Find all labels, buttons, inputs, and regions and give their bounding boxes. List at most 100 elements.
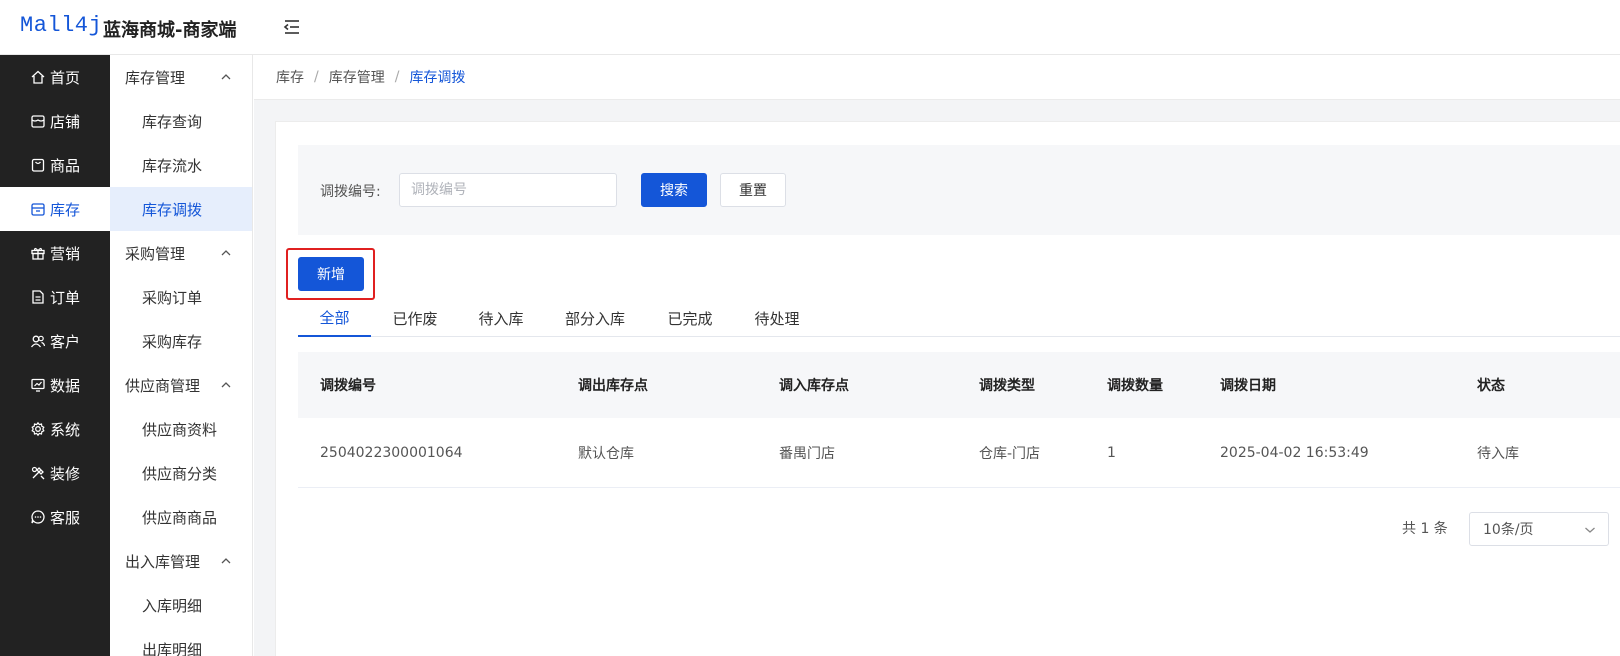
breadcrumb: 库存 / 库存管理 / 库存调拨 — [254, 55, 1620, 100]
sidebar-item-label: 店铺 — [50, 112, 81, 131]
app-root: Mall4j 蓝海商城-商家端 首页 店铺 商品 库存 营销 订单 客户 数据 … — [0, 0, 1620, 656]
submenu-group-label: 出入库管理 — [125, 552, 201, 571]
submenu-item-supplier-category[interactable]: 供应商分类 — [110, 451, 252, 495]
table-cell: 默认仓库 — [578, 445, 634, 462]
submenu-group-label: 供应商管理 — [125, 376, 201, 395]
column-header: 调拨日期 — [1220, 378, 1276, 394]
gear-icon — [31, 421, 45, 437]
sidebar-item-home[interactable]: 首页 — [0, 55, 110, 99]
chevron-up-icon — [221, 558, 231, 564]
sidebar-item-decorate[interactable]: 装修 — [0, 451, 110, 495]
chevron-up-icon — [221, 250, 231, 256]
chart-icon — [31, 378, 45, 392]
menu-collapse-icon[interactable] — [282, 17, 302, 37]
table-cell: 1 — [1107, 444, 1116, 461]
sidebar-item-label: 首页 — [50, 68, 81, 87]
sidebar-item-system[interactable]: 系统 — [0, 407, 110, 451]
column-header: 状态 — [1477, 378, 1505, 394]
column-header: 调拨类型 — [979, 378, 1035, 394]
logo: Mall4j — [20, 13, 103, 38]
decorate-icon — [31, 466, 45, 480]
inventory-icon — [31, 203, 45, 216]
submenu-group-label: 库存管理 — [125, 68, 186, 87]
sidebar-item-service[interactable]: 客服 — [0, 495, 110, 539]
breadcrumb-separator: / — [314, 69, 319, 85]
table-cell: 2025-04-02 16:53:49 — [1220, 444, 1369, 461]
sidebar-item-data[interactable]: 数据 — [0, 363, 110, 407]
sidebar-item-customer[interactable]: 客户 — [0, 319, 110, 363]
chat-icon — [31, 510, 45, 524]
page-size-value: 10条/页 — [1483, 522, 1534, 538]
table-header: 调拨编号 调出库存点 调入库存点 调拨类型 调拨数量 调拨日期 状态 — [298, 352, 1620, 418]
submenu-item-supplier-info[interactable]: 供应商资料 — [110, 407, 252, 451]
table-cell: 番禺门店 — [779, 445, 835, 462]
sidebar-item-label: 营销 — [50, 244, 81, 263]
breadcrumb-item[interactable]: 库存 — [276, 67, 304, 87]
chevron-down-icon — [1585, 527, 1595, 533]
submenu-group-supplier[interactable]: 供应商管理 — [110, 363, 252, 407]
column-header: 调拨数量 — [1107, 378, 1163, 394]
product-icon — [31, 158, 45, 172]
status-tabs: 全部 已作废 待入库 部分入库 已完成 待处理 — [298, 300, 1620, 337]
transfer-table: 调拨编号 调出库存点 调入库存点 调拨类型 调拨数量 调拨日期 状态 25040… — [298, 352, 1620, 488]
submenu-item-stock-transfer[interactable]: 库存调拨 — [110, 187, 252, 231]
tab-completed[interactable]: 已完成 — [658, 300, 722, 337]
submenu-item-stock-query[interactable]: 库存查询 — [110, 99, 252, 143]
sidebar-item-label: 商品 — [50, 156, 81, 175]
column-header: 调出库存点 — [578, 378, 648, 394]
sidebar-item-inventory[interactable]: 库存 — [0, 187, 110, 231]
submenu-item-purchase-stock[interactable]: 采购库存 — [110, 319, 252, 363]
chevron-up-icon — [221, 74, 231, 80]
sidebar-item-label: 订单 — [50, 288, 81, 307]
pagination-total: 共 1 条 — [1402, 521, 1448, 537]
tab-pending-inbound[interactable]: 待入库 — [469, 300, 533, 337]
search-filter-panel: 调拨编号: 搜索 重置 — [298, 145, 1620, 235]
sidebar-item-label: 库存 — [50, 200, 81, 219]
submenu-group-label: 采购管理 — [125, 244, 186, 263]
transfer-no-label: 调拨编号: — [320, 184, 381, 200]
app-title: 蓝海商城-商家端 — [103, 20, 237, 41]
submenu-item-stock-flow[interactable]: 库存流水 — [110, 143, 252, 187]
sidebar-item-marketing[interactable]: 营销 — [0, 231, 110, 275]
tab-partial-inbound[interactable]: 部分入库 — [555, 300, 635, 337]
submenu-item-purchase-order[interactable]: 采购订单 — [110, 275, 252, 319]
sidebar-item-product[interactable]: 商品 — [0, 143, 110, 187]
sidebar-item-shop[interactable]: 店铺 — [0, 99, 110, 143]
secondary-menu: 库存管理 库存查询 库存流水 库存调拨 采购管理 采购订单 采购库存 供应商管理… — [110, 55, 253, 656]
gift-icon — [31, 247, 45, 260]
chevron-up-icon — [221, 382, 231, 388]
primary-sidebar: 首页 店铺 商品 库存 营销 订单 客户 数据 系统 装修 客服 — [0, 55, 110, 656]
order-icon — [32, 290, 44, 304]
breadcrumb-item[interactable]: 库存管理 — [329, 67, 385, 87]
home-icon — [31, 70, 45, 84]
submenu-group-inout[interactable]: 出入库管理 — [110, 539, 252, 583]
page-size-select[interactable]: 10条/页 — [1469, 512, 1609, 546]
reset-button[interactable]: 重置 — [720, 173, 786, 207]
sidebar-item-label: 数据 — [50, 376, 81, 395]
table-row[interactable]: 2504022300001064 默认仓库 番禺门店 仓库-门店 1 2025-… — [298, 418, 1620, 488]
submenu-group-inventory[interactable]: 库存管理 — [110, 55, 252, 99]
tab-pending[interactable]: 待处理 — [745, 300, 809, 337]
sidebar-item-label: 系统 — [50, 420, 81, 439]
tab-all[interactable]: 全部 — [298, 300, 371, 337]
table-cell: 2504022300001064 — [320, 444, 463, 461]
breadcrumb-current: 库存调拨 — [409, 70, 466, 86]
customer-icon — [30, 335, 46, 348]
submenu-item-outbound-detail[interactable]: 出库明细 — [110, 627, 252, 656]
submenu-item-inbound-detail[interactable]: 入库明细 — [110, 583, 252, 627]
transfer-no-input[interactable] — [399, 173, 617, 207]
sidebar-item-label: 客户 — [50, 332, 81, 351]
add-button[interactable]: 新增 — [298, 257, 364, 291]
table-cell: 仓库-门店 — [979, 445, 1041, 462]
column-header: 调拨编号 — [320, 378, 376, 394]
search-button[interactable]: 搜索 — [641, 173, 707, 207]
table-cell: 待入库 — [1477, 445, 1519, 462]
sidebar-item-label: 装修 — [50, 464, 81, 483]
shop-icon — [31, 115, 45, 128]
top-header: Mall4j 蓝海商城-商家端 — [0, 0, 1620, 55]
breadcrumb-separator: / — [394, 69, 400, 85]
sidebar-item-order[interactable]: 订单 — [0, 275, 110, 319]
submenu-item-supplier-product[interactable]: 供应商商品 — [110, 495, 252, 539]
submenu-group-purchase[interactable]: 采购管理 — [110, 231, 252, 275]
tab-voided[interactable]: 已作废 — [383, 300, 447, 337]
